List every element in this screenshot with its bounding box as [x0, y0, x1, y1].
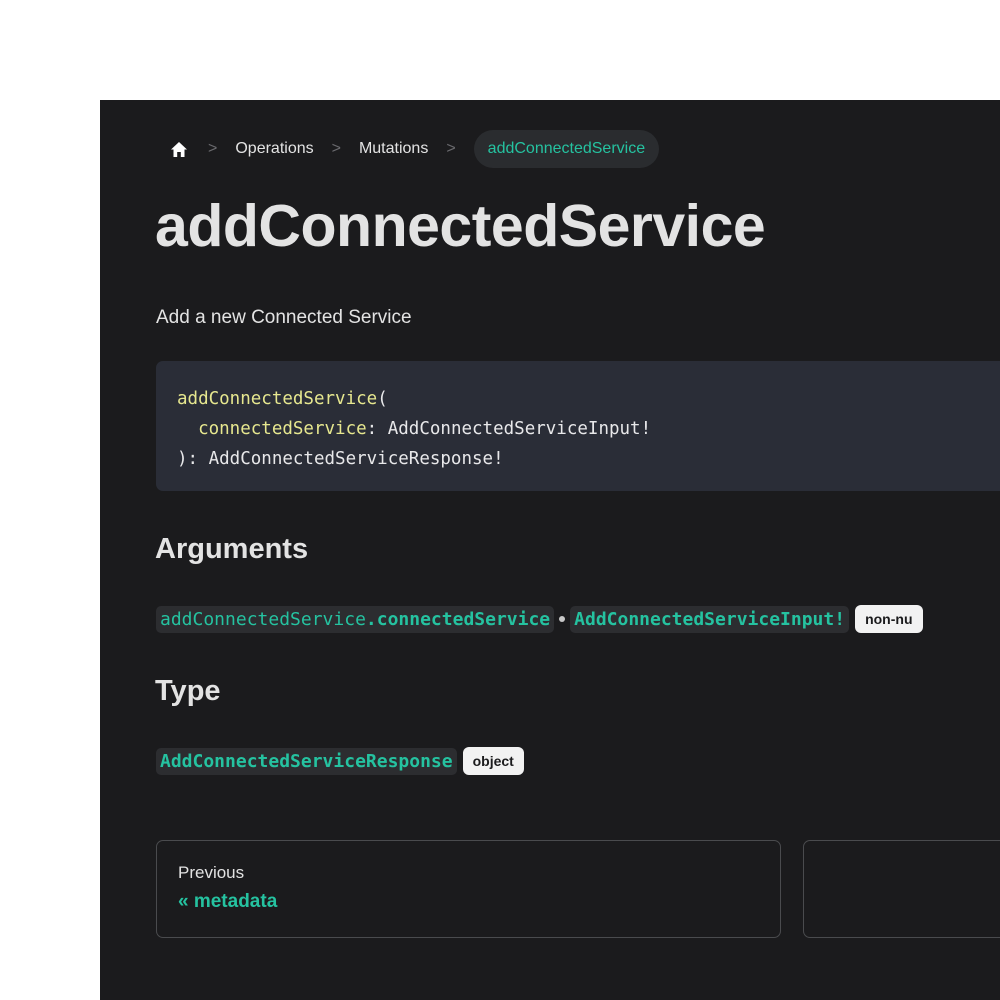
- return-type-link[interactable]: AddConnectedServiceResponse: [156, 747, 457, 775]
- previous-page-card[interactable]: Previous « metadata: [156, 840, 781, 938]
- page-title: addConnectedService: [155, 193, 766, 259]
- doc-panel: > Operations > Mutations > addConnectedS…: [100, 100, 1000, 1000]
- argument-type: AddConnectedServiceInput!: [574, 608, 846, 630]
- type-badge: object: [462, 747, 524, 775]
- breadcrumb-separator: >: [446, 140, 456, 157]
- argument-name-link[interactable]: addConnectedService.connectedService: [156, 605, 555, 633]
- code-argument-type: : AddConnectedServiceInput!: [366, 419, 652, 439]
- code-paren: (: [377, 389, 388, 409]
- breadcrumb-operations[interactable]: Operations: [235, 140, 313, 158]
- code-line-1: addConnectedService(: [177, 384, 1000, 414]
- type-heading: Type: [155, 675, 221, 707]
- code-argument-name: connectedService: [198, 419, 367, 439]
- code-block: addConnectedService( connectedService: A…: [156, 361, 1000, 491]
- arguments-heading: Arguments: [155, 533, 309, 565]
- code-function-name: addConnectedService: [177, 389, 378, 409]
- breadcrumb-separator: >: [331, 140, 341, 157]
- code-line-3: ): AddConnectedServiceResponse!: [177, 449, 504, 469]
- previous-page-link[interactable]: « metadata: [178, 891, 780, 913]
- home-icon[interactable]: [168, 138, 190, 160]
- code-line-2: connectedService: AddConnectedServiceInp…: [177, 414, 1000, 444]
- argument-name: .connectedService: [365, 608, 551, 630]
- bullet-separator: [559, 616, 566, 622]
- argument-prefix: addConnectedService: [160, 608, 366, 630]
- next-page-card[interactable]: [803, 840, 1000, 938]
- breadcrumb: > Operations > Mutations > addConnectedS…: [156, 128, 660, 170]
- argument-type-link[interactable]: AddConnectedServiceInput!: [570, 605, 850, 633]
- breadcrumb-mutations[interactable]: Mutations: [359, 140, 428, 158]
- breadcrumb-current: addConnectedService: [473, 130, 660, 168]
- previous-sublabel: Previous: [178, 863, 245, 882]
- type-row: AddConnectedServiceResponse object: [156, 747, 524, 775]
- page-description: Add a new Connected Service: [156, 307, 412, 328]
- return-type: AddConnectedServiceResponse: [160, 750, 453, 772]
- argument-badge: non-nu: [855, 605, 923, 633]
- breadcrumb-separator: >: [208, 140, 218, 157]
- argument-row: addConnectedService.connectedService Add…: [156, 605, 923, 633]
